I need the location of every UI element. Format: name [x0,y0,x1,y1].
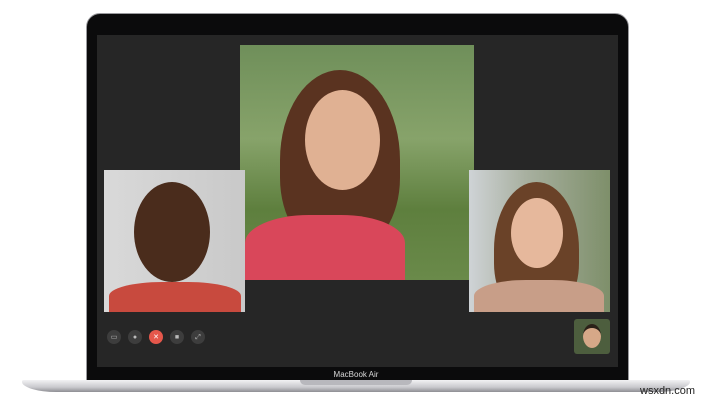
participant-shirt [474,280,604,312]
sidebar-button[interactable]: ▭ [107,330,121,344]
participant-shirt [245,215,405,280]
participant-tile-right[interactable] [469,170,610,312]
mute-button[interactable]: ● [128,330,142,344]
fullscreen-icon: ⤢ [195,333,201,341]
facetime-window: ▭ ● ✕ ■ ⤢ [97,35,618,367]
participant-face [134,182,210,282]
self-view-tile[interactable] [574,319,610,354]
laptop-notch [300,380,412,385]
call-controls: ▭ ● ✕ ■ ⤢ [107,330,205,344]
watermark: wsxdn.com [640,385,696,397]
end-call-button[interactable]: ✕ [149,330,163,344]
camera-button[interactable]: ■ [170,330,184,344]
participant-shirt [109,282,241,312]
fullscreen-button[interactable]: ⤢ [191,330,205,344]
sidebar-icon: ▭ [110,333,118,341]
participant-face [305,90,380,190]
video-camera-icon: ■ [174,333,180,341]
participant-face [511,198,563,268]
self-face [583,324,601,348]
participant-tile-center[interactable] [240,45,474,280]
device-label: MacBook Air [333,370,379,379]
microphone-icon: ● [132,333,138,341]
close-icon: ✕ [153,333,159,341]
participant-tile-left[interactable] [104,170,245,312]
